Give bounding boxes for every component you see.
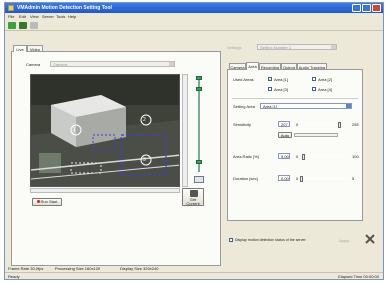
record-icon — [36, 200, 40, 203]
sensitivity-label: Sensitivity — [233, 122, 252, 127]
get-current-button[interactable]: Get Current — [182, 188, 204, 206]
video-horizontal-scrollbar[interactable] — [30, 188, 180, 193]
zoom-slider-thumb-top[interactable] — [196, 76, 202, 80]
area-2-label: Area [2] — [318, 77, 333, 82]
apply-label: Apply — [339, 238, 350, 243]
zone-label-2: 2 — [143, 117, 146, 123]
app-icon — [8, 5, 14, 11]
video-preview[interactable]: 1 2 3 — [30, 74, 180, 187]
toolbar — [5, 20, 383, 31]
chevron-down-icon — [346, 104, 351, 108]
area-3-checkbox[interactable] — [268, 87, 272, 91]
zoom-slider-thumb[interactable] — [196, 87, 202, 91]
camera-select-value: Camera — [53, 62, 68, 67]
area-1-label: Area [1] — [274, 77, 289, 82]
duration-slider-thumb[interactable] — [299, 176, 303, 182]
tools-icon-graphic — [365, 234, 375, 244]
run-start-button[interactable]: Run Start — [32, 198, 62, 206]
tab-area[interactable]: Area — [246, 62, 259, 70]
camera-icon — [190, 190, 198, 197]
info-bar: Frame Rate 30.0fps Processing Size 160x1… — [5, 265, 383, 272]
chevron-down-icon — [169, 62, 174, 66]
zoom-slider-track[interactable] — [198, 77, 200, 172]
area-ratio-min: 0 — [296, 154, 299, 159]
menu-tools[interactable]: Tools — [56, 14, 65, 19]
menu-help[interactable]: Help — [68, 14, 76, 19]
area-ratio-slider-track[interactable] — [301, 156, 349, 157]
minimize-button[interactable] — [352, 4, 361, 12]
duration-label: Duration [sec] — [233, 176, 258, 181]
settings-select[interactable]: Setting Number 1 — [257, 44, 337, 50]
live-panel: Camera Camera 1 2 3 Run Start Get Curren… — [11, 51, 221, 266]
camera-scene — [31, 75, 179, 186]
menu-view[interactable]: View — [30, 14, 39, 19]
menu-server[interactable]: Server — [42, 14, 54, 19]
close-button[interactable] — [372, 4, 381, 12]
video-vertical-scrollbar[interactable] — [182, 74, 188, 187]
elapsed-time-text: Elapsed Time 00:00:00 — [338, 274, 379, 279]
zoom-slider-thumb-bottom[interactable] — [196, 160, 202, 164]
area-ratio-max: 100 — [352, 154, 359, 159]
duration-value[interactable]: 0.00 — [278, 175, 290, 181]
area-4-checkbox[interactable] — [312, 87, 316, 91]
window-title: VMAdmin Motion Detection Setting Tool — [17, 5, 112, 11]
get-current-label: Get Current — [186, 197, 200, 206]
area-2-checkbox[interactable] — [312, 77, 316, 81]
zone-label-3: 3 — [143, 157, 146, 163]
title-bar[interactable]: VMAdmin Motion Detection Setting Tool — [5, 3, 383, 13]
setting-area-select-value: Area [1] — [263, 104, 278, 109]
area-3-label: Area [3] — [274, 87, 289, 92]
status-text: Ready — [8, 274, 20, 279]
area-ratio-value[interactable]: 5.00 — [278, 153, 290, 159]
frame-rate-text: Frame Rate 30.0fps — [8, 266, 44, 271]
zoom-fit-icon[interactable] — [194, 176, 204, 183]
duration-max: 5 — [352, 176, 355, 181]
duration-min: 0 — [296, 176, 299, 181]
sensitivity-meter — [294, 133, 338, 137]
chevron-down-icon — [331, 45, 336, 49]
sensitivity-min: 0 — [296, 122, 299, 127]
setting-area-label: Setting Area — [233, 104, 255, 109]
setting-area-select[interactable]: Area [1] — [260, 103, 352, 109]
open-icon[interactable] — [8, 22, 16, 29]
main-window: VMAdmin Motion Detection Setting Tool Fi… — [4, 2, 384, 280]
area-1-checkbox[interactable]: ✓ — [268, 77, 272, 81]
display-status-checkbox[interactable] — [229, 238, 233, 242]
tools-icon[interactable] — [364, 233, 376, 245]
area-ratio-label: Area Ratio [%] — [233, 154, 259, 159]
display-size-text: Display Size 320x240 — [120, 266, 159, 271]
menu-bar: File Edit View Server Tools Help — [5, 13, 383, 20]
area-ratio-slider-thumb[interactable] — [301, 154, 305, 160]
settings-label: Settings — [227, 45, 242, 50]
processing-size-text: Processing Size 160x120 — [55, 266, 101, 271]
display-status-label: Display motion detection status of the s… — [235, 238, 306, 242]
zone-label-1: 1 — [73, 127, 76, 133]
camera-select[interactable]: Camera — [50, 61, 175, 67]
settings-icon[interactable] — [30, 22, 38, 29]
auto-button[interactable]: Auto — [278, 132, 292, 138]
menu-edit[interactable]: Edit — [19, 14, 26, 19]
sensitivity-slider-thumb[interactable] — [338, 122, 342, 128]
sensitivity-value[interactable]: 207 — [278, 121, 290, 127]
divider — [232, 98, 358, 99]
menu-file[interactable]: File — [8, 14, 14, 19]
area-4-label: Area [4] — [318, 87, 333, 92]
sensitivity-slider-track[interactable] — [301, 124, 349, 125]
used-areas-label: Used Areas — [233, 77, 254, 82]
duration-slider-track[interactable] — [301, 178, 349, 179]
settings-select-value: Setting Number 1 — [260, 45, 292, 50]
run-start-label: Run Start — [40, 199, 58, 204]
area-panel: Used Areas ✓ Area [1] Area [2] Area [3] … — [227, 69, 363, 221]
sensitivity-max: 255 — [352, 122, 359, 127]
camera-label: Camera — [26, 62, 41, 67]
status-bar: Ready Elapsed Time 00:00:00 — [5, 272, 383, 279]
maximize-button[interactable] — [362, 4, 371, 12]
tab-live[interactable]: Live — [13, 45, 27, 52]
save-icon[interactable] — [19, 22, 27, 29]
